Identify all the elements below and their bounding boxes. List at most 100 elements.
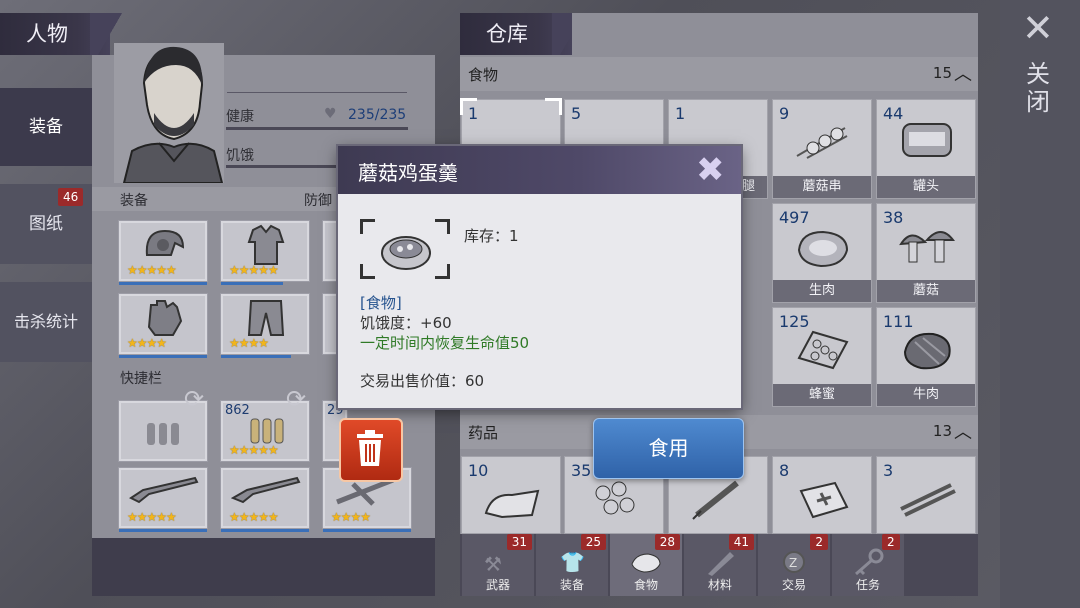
equipment-slot-gloves[interactable]: ★★★★ [118,293,208,358]
medicine-item-bandage[interactable]: 10 [461,456,561,534]
materials-icon [708,552,734,576]
food-item-can[interactable]: 44 罐头 [876,99,976,199]
helmet-icon [145,229,185,256]
quickbar-slot-rifle[interactable]: ★★★★★ [220,467,310,532]
rating-stars: ★★★★★ [127,263,177,277]
close-label[interactable]: 关闭 [1026,60,1054,116]
pants-icon [247,300,285,336]
heal-effect-text: 一定时间内恢复生命值50 [360,334,530,352]
rating-stars: ★★★★★ [229,443,279,457]
food-item-mushroom[interactable]: 38 蘑菇 [876,203,976,303]
warehouse-title: 仓库 [486,22,528,46]
tab-label: 任务 [855,578,880,592]
armor-icon [247,224,285,265]
chevron-up-icon[interactable]: ︿ [954,60,972,86]
rating-stars: ★★★★★ [229,263,279,277]
hunger-label: 饥饿 [226,148,254,164]
item-count: 35 [571,461,592,480]
tab-kill-stats[interactable]: 击杀统计 [0,282,92,362]
tab-label: 交易 [781,578,806,592]
bandage-icon [484,489,540,519]
item-count: 9 [779,104,790,123]
sell-price-text: 交易出售价值：60 [360,372,485,390]
swap-icon[interactable]: ⟳ [184,385,204,413]
swap-icon-2[interactable]: ⟳ [286,385,306,413]
food-item-beef[interactable]: 111 牛肉 [876,307,976,407]
hunger-effect-text: 饥饿度：+60 [360,314,452,332]
item-label: 蜂蜜 [773,384,871,406]
chevron-up-icon[interactable]: ︿ [954,418,972,444]
equipment-slot-pants[interactable]: ★★★★ [220,293,310,358]
character-header: 人物 [0,13,130,55]
quickbar-slot-shotgun[interactable]: ★★★★★ [118,467,208,532]
item-count: 497 [779,208,810,227]
hunger-bar [226,165,336,168]
close-x-icon: ✖ [696,150,725,190]
item-label: 蘑菇 [877,280,975,302]
tab-equipment[interactable]: 装备 [0,88,96,166]
tab-weapons[interactable]: 31 ⚒ 武器 [462,534,534,596]
tab-badge: 25 [580,534,606,550]
ammo-icon [147,423,179,445]
popup-item-icon-frame [360,219,450,279]
tab-label: 材料 [707,578,732,592]
health-value: 235/235 [348,107,407,123]
discard-button[interactable] [339,418,403,482]
food-item-raw-meat[interactable]: 497 生肉 [772,203,872,303]
tab-blueprints[interactable]: 图纸 46 [0,184,92,264]
svg-text:Z: Z [789,556,797,570]
tab-label: 武器 [485,578,510,592]
tab-materials[interactable]: 41 材料 [684,534,756,596]
tab-equipment-label: 装备 [29,117,63,137]
rating-stars: ★★★★ [229,336,269,350]
axe-icon: ⚒ [484,552,502,576]
tab-badge: 28 [654,534,680,550]
popup-close-button[interactable]: ✖ [696,150,736,190]
tab-trade[interactable]: 2 Z 交易 [758,534,830,596]
item-detail-popup: 蘑菇鸡蛋羹 ✖ 库存：1 [食物] 饥饿度：+60 一定时间内恢复生命值50 交… [338,146,741,408]
category-text: [食物] [360,294,402,312]
equipment-slot-armor[interactable]: ★★★★★ [220,220,310,285]
stock-text: 库存：1 [464,227,519,245]
food-item-honey[interactable]: 125 蜂蜜 [772,307,872,407]
tab-food[interactable]: 28 食物 [610,534,682,596]
slot-underline [119,355,207,358]
tab-blueprints-label: 图纸 [29,214,63,234]
item-count: 3 [883,461,894,480]
tab-equipment-items[interactable]: 25 👕 装备 [536,534,608,596]
trash-icon [357,430,383,466]
food-category-count: 15 [932,64,952,82]
warehouse-header-fill [572,13,978,55]
heart-icon: ♥ [324,106,337,122]
medicine-item-medkit[interactable]: 8 [772,456,872,534]
food-category-label: 食物 [468,66,499,84]
character-portrait [114,43,224,184]
rating-stars: ★★★★★ [229,510,279,524]
close-icon[interactable]: ✕ [1022,6,1054,50]
item-label: 罐头 [877,176,975,198]
food-category-row[interactable]: 食物 15 ︿ [460,57,978,91]
slot-underline [119,282,207,285]
tab-badge: 2 [810,534,828,550]
medicine-item-splint[interactable]: 3 [876,456,976,534]
meat-tab-icon [631,553,661,573]
food-item-mushroom-skewer[interactable]: 9 蘑菇串 [772,99,872,199]
medicine-category-label: 药品 [468,424,499,442]
quickbar-label: 快捷栏 [120,371,162,387]
health-bar [226,127,408,130]
equipment-slot-helmet[interactable]: ★★★★★ [118,220,208,285]
item-count: 1 [675,104,686,123]
coin-icon: Z [783,551,805,573]
tab-tasks[interactable]: 2 任务 [832,534,904,596]
selection-corner [545,98,562,115]
egg-custard-icon [381,236,431,270]
tab-badge: 31 [506,534,532,550]
tab-label: 食物 [633,578,658,592]
meat-icon [797,230,849,268]
key-icon [855,548,884,576]
slot-underline [119,529,207,532]
skewer-icon [796,127,848,159]
gloves-icon [147,300,183,336]
beef-icon [903,332,951,370]
use-button[interactable]: 食用 [593,418,744,479]
